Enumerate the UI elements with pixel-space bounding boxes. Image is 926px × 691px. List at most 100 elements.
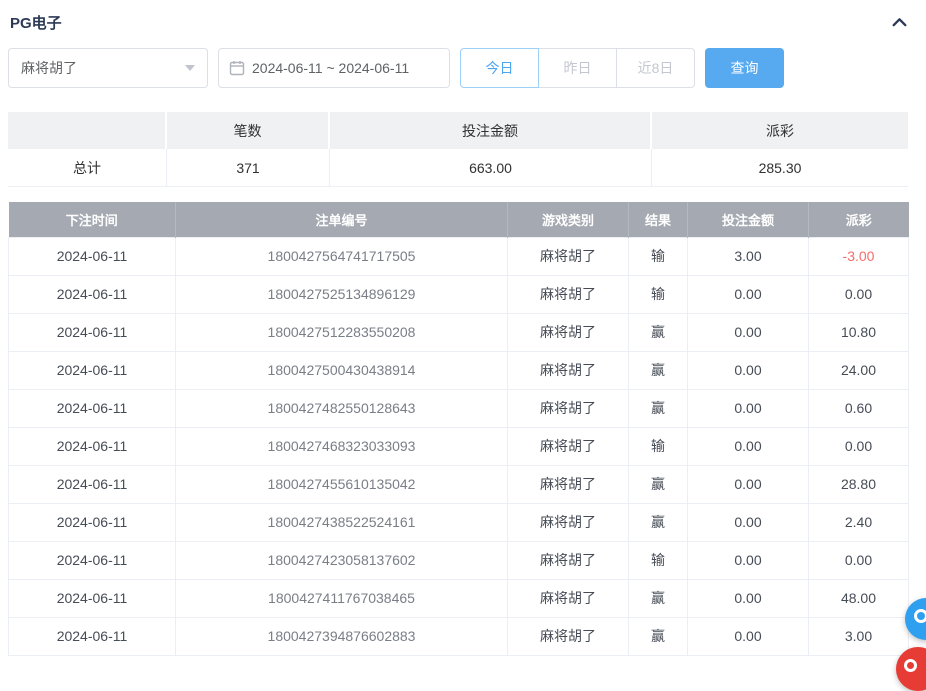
game-select[interactable]: 麻将胡了 — [8, 48, 208, 88]
promotion-button[interactable] — [896, 647, 926, 691]
order-number-cell: 1800427512283550208 — [176, 313, 508, 351]
bet-amount-cell: 0.00 — [688, 465, 809, 503]
header-bet-amount: 投注金额 — [688, 202, 809, 237]
order-number-cell: 1800427423058137602 — [176, 541, 508, 579]
result-cell: 赢 — [629, 617, 688, 655]
bet-time-cell: 2024-06-11 — [9, 427, 176, 465]
result-cell: 输 — [629, 275, 688, 313]
table-row: 2024-06-111800427525134896129麻将胡了输0.000.… — [9, 275, 909, 313]
bet-time-cell: 2024-06-11 — [9, 351, 176, 389]
table-row: 2024-06-111800427468323033093麻将胡了输0.000.… — [9, 427, 909, 465]
today-button[interactable]: 今日 — [460, 48, 539, 88]
payout-cell: 3.00 — [809, 617, 909, 655]
promotion-icon — [904, 659, 917, 672]
calendar-icon — [229, 60, 245, 76]
bet-table-body: 2024-06-111800427564741717505麻将胡了输3.00-3… — [9, 237, 909, 655]
game-type-cell: 麻将胡了 — [508, 313, 629, 351]
bet-time-cell: 2024-06-11 — [9, 465, 176, 503]
bet-time-cell: 2024-06-11 — [9, 313, 176, 351]
bet-amount-cell: 0.00 — [688, 275, 809, 313]
game-type-cell: 麻将胡了 — [508, 389, 629, 427]
result-cell: 赢 — [629, 313, 688, 351]
game-type-cell: 麻将胡了 — [508, 275, 629, 313]
bet-records-table: 下注时间 注单编号 游戏类别 结果 投注金额 派彩 2024-06-111800… — [8, 202, 909, 656]
last-8-days-button[interactable]: 近8日 — [616, 48, 695, 88]
order-number-cell: 1800427500430438914 — [176, 351, 508, 389]
bet-amount-cell: 0.00 — [688, 541, 809, 579]
result-cell: 赢 — [629, 465, 688, 503]
payout-cell: 0.00 — [809, 275, 909, 313]
summary-total-count: 371 — [167, 149, 330, 187]
game-type-cell: 麻将胡了 — [508, 351, 629, 389]
result-cell: 赢 — [629, 389, 688, 427]
summary-table: 笔数 投注金额 派彩 总计 371 663.00 285.30 — [8, 112, 908, 187]
summary-total-payout: 285.30 — [652, 149, 908, 187]
order-number-cell: 1800427525134896129 — [176, 275, 508, 313]
order-number-cell: 1800427394876602883 — [176, 617, 508, 655]
bet-amount-cell: 0.00 — [688, 351, 809, 389]
summary-total-bet-amount: 663.00 — [330, 149, 652, 187]
summary-header-empty — [8, 112, 167, 149]
game-type-cell: 麻将胡了 — [508, 427, 629, 465]
order-number-cell: 1800427411767038465 — [176, 579, 508, 617]
table-row: 2024-06-111800427564741717505麻将胡了输3.00-3… — [9, 237, 909, 275]
bet-amount-cell: 0.00 — [688, 427, 809, 465]
bet-time-cell: 2024-06-11 — [9, 541, 176, 579]
result-cell: 赢 — [629, 503, 688, 541]
result-cell: 输 — [629, 541, 688, 579]
bet-amount-cell: 3.00 — [688, 237, 809, 275]
game-type-cell: 麻将胡了 — [508, 465, 629, 503]
header-bet-time: 下注时间 — [9, 202, 176, 237]
game-type-cell: 麻将胡了 — [508, 579, 629, 617]
game-type-cell: 麻将胡了 — [508, 541, 629, 579]
summary-total-row: 总计 371 663.00 285.30 — [8, 149, 908, 187]
collapse-button[interactable] — [891, 14, 908, 31]
result-cell: 输 — [629, 237, 688, 275]
bet-amount-cell: 0.00 — [688, 503, 809, 541]
header-game-type: 游戏类别 — [508, 202, 629, 237]
table-row: 2024-06-111800427455610135042麻将胡了赢0.0028… — [9, 465, 909, 503]
bet-time-cell: 2024-06-11 — [9, 617, 176, 655]
order-number-cell: 1800427564741717505 — [176, 237, 508, 275]
payout-cell: 48.00 — [809, 579, 909, 617]
payout-cell: 28.80 — [809, 465, 909, 503]
summary-header-count: 笔数 — [167, 112, 330, 149]
game-type-cell: 麻将胡了 — [508, 237, 629, 275]
payout-cell: 24.00 — [809, 351, 909, 389]
bet-amount-cell: 0.00 — [688, 313, 809, 351]
result-cell: 输 — [629, 427, 688, 465]
search-button[interactable]: 查询 — [705, 48, 784, 88]
header-order-number: 注单编号 — [176, 202, 508, 237]
summary-header-bet-amount: 投注金额 — [330, 112, 652, 149]
order-number-cell: 1800427455610135042 — [176, 465, 508, 503]
game-select-value: 麻将胡了 — [21, 58, 77, 78]
payout-cell: -3.00 — [809, 237, 909, 275]
table-row: 2024-06-111800427500430438914麻将胡了赢0.0024… — [9, 351, 909, 389]
order-number-cell: 1800427468323033093 — [176, 427, 508, 465]
filter-row: 麻将胡了 2024-06-11 ~ 2024-06-11 今日 昨日 近8日 查… — [8, 48, 908, 88]
table-row: 2024-06-111800427423058137602麻将胡了输0.000.… — [9, 541, 909, 579]
yesterday-button[interactable]: 昨日 — [538, 48, 617, 88]
chevron-up-icon — [891, 14, 908, 31]
bet-time-cell: 2024-06-11 — [9, 275, 176, 313]
table-row: 2024-06-111800427411767038465麻将胡了赢0.0048… — [9, 579, 909, 617]
game-type-cell: 麻将胡了 — [508, 503, 629, 541]
bet-time-cell: 2024-06-11 — [9, 237, 176, 275]
summary-header-row: 笔数 投注金额 派彩 — [8, 112, 908, 149]
pg-games-panel: PG电子 麻将胡了 2024-06-11 ~ 2024-06-11 今日 昨日 … — [0, 10, 926, 656]
result-cell: 赢 — [629, 351, 688, 389]
header-result: 结果 — [629, 202, 688, 237]
game-type-cell: 麻将胡了 — [508, 617, 629, 655]
order-number-cell: 1800427482550128643 — [176, 389, 508, 427]
order-number-cell: 1800427438522524161 — [176, 503, 508, 541]
bet-amount-cell: 0.00 — [688, 389, 809, 427]
panel-header: PG电子 — [10, 10, 908, 34]
date-range-picker[interactable]: 2024-06-11 ~ 2024-06-11 — [218, 48, 450, 88]
table-row: 2024-06-111800427512283550208麻将胡了赢0.0010… — [9, 313, 909, 351]
bet-time-cell: 2024-06-11 — [9, 579, 176, 617]
header-payout: 派彩 — [809, 202, 909, 237]
payout-cell: 0.00 — [809, 427, 909, 465]
table-row: 2024-06-111800427482550128643麻将胡了赢0.000.… — [9, 389, 909, 427]
summary-header-payout: 派彩 — [652, 112, 908, 149]
quick-range-group: 今日 昨日 近8日 — [460, 48, 695, 88]
